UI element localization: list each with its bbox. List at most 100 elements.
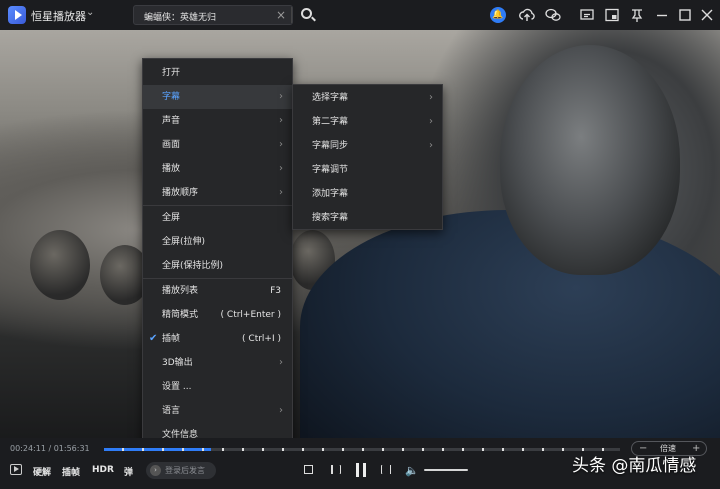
progress-marker bbox=[282, 448, 284, 451]
submenu-item[interactable]: 选择字幕 › bbox=[293, 86, 442, 110]
submenu-item[interactable]: 字幕调节 bbox=[293, 158, 442, 182]
menu-item[interactable]: 语言 › bbox=[143, 399, 292, 423]
menu-item-label: 精简模式 bbox=[162, 310, 199, 320]
progress-bar[interactable] bbox=[104, 448, 620, 451]
progress-marker bbox=[542, 448, 544, 451]
progress-marker bbox=[122, 448, 124, 451]
submenu-item[interactable]: 第二字幕 › bbox=[293, 110, 442, 134]
hdr-button[interactable]: HDR bbox=[92, 465, 114, 475]
notification-bell-icon[interactable]: 🔔 bbox=[490, 7, 506, 23]
video-figure-head bbox=[500, 45, 680, 275]
app-title[interactable]: 恒星播放器 bbox=[31, 8, 86, 24]
menu-item[interactable]: 打开 bbox=[143, 61, 292, 85]
volume-icon[interactable]: 🔈 bbox=[405, 464, 419, 477]
menu-item[interactable]: 3D输出 › bbox=[143, 351, 292, 375]
menu-item-label: 语言 bbox=[162, 406, 181, 416]
search-icon[interactable] bbox=[297, 6, 319, 24]
progress-marker bbox=[522, 448, 524, 451]
menu-item-label: 声音 bbox=[162, 116, 181, 126]
submenu-item-label: 选择字幕 bbox=[312, 93, 349, 103]
menu-item[interactable]: 精简模式 ( Ctrl+Enter ) bbox=[143, 303, 292, 327]
subtitle-caption-icon[interactable] bbox=[579, 7, 595, 23]
frame-interp-button[interactable]: 插帧 bbox=[62, 465, 80, 478]
submenu-item[interactable]: 字幕同步 › bbox=[293, 134, 442, 158]
submenu-item-label: 字幕同步 bbox=[312, 141, 349, 151]
danmu-input[interactable]: › 登录后发言 bbox=[146, 462, 216, 479]
chevron-right-icon: › bbox=[279, 163, 283, 174]
progress-marker bbox=[182, 448, 184, 451]
menu-item-shortcut: ( Ctrl+I ) bbox=[242, 334, 281, 344]
app-logo-icon[interactable] bbox=[8, 6, 26, 24]
play-mode-icon[interactable] bbox=[10, 464, 22, 475]
volume-slider[interactable] bbox=[424, 469, 468, 471]
search-query-text: 蝙蝠侠：英雄无归 bbox=[144, 13, 217, 23]
progress-marker bbox=[162, 448, 164, 451]
menu-item[interactable]: 字幕 › bbox=[143, 85, 292, 109]
menu-item-label: 播放列表 bbox=[162, 286, 199, 296]
menu-item[interactable]: 全屏(拉伸) bbox=[143, 230, 292, 254]
subtitle-submenu: 选择字幕 › 第二字幕 › 字幕同步 › 字幕调节 添加字幕 搜索字幕 bbox=[292, 84, 443, 230]
menu-item-label: 画面 bbox=[162, 140, 181, 150]
submenu-item-label: 字幕调节 bbox=[312, 165, 349, 175]
minimize-icon[interactable] bbox=[654, 7, 670, 23]
chevron-right-icon: › bbox=[279, 91, 283, 102]
menu-item-label: 全屏(拉伸) bbox=[162, 237, 206, 247]
submenu-item[interactable]: 添加字幕 bbox=[293, 182, 442, 206]
progress-marker bbox=[322, 448, 324, 451]
menu-item[interactable]: 播放列表 F3 bbox=[143, 279, 292, 303]
wechat-icon[interactable] bbox=[545, 7, 561, 23]
submenu-item-label: 第二字幕 bbox=[312, 117, 349, 127]
pin-on-top-icon[interactable] bbox=[629, 7, 645, 23]
title-bar: 恒星播放器 ⌄ 蝙蝠侠：英雄无归 × 🔔 bbox=[0, 0, 720, 30]
progress-marker bbox=[502, 448, 504, 451]
chevron-right-icon: › bbox=[279, 115, 283, 126]
progress-marker bbox=[402, 448, 404, 451]
progress-marker bbox=[422, 448, 424, 451]
menu-item[interactable]: 播放 › bbox=[143, 157, 292, 181]
menu-item-label: 播放顺序 bbox=[162, 188, 199, 198]
menu-item[interactable]: ✔ 插帧 ( Ctrl+I ) bbox=[143, 327, 292, 351]
progress-marker bbox=[142, 448, 144, 451]
menu-item-label: 全屏 bbox=[162, 213, 181, 223]
chevron-right-icon: › bbox=[279, 405, 283, 416]
submenu-item-label: 添加字幕 bbox=[312, 189, 349, 199]
chevron-right-icon: › bbox=[429, 92, 433, 103]
previous-button[interactable] bbox=[330, 464, 342, 476]
danmu-toggle-button[interactable]: 弹 bbox=[124, 465, 133, 478]
menu-item-label: 插帧 bbox=[162, 334, 181, 344]
next-button[interactable] bbox=[380, 464, 392, 476]
progress-marker bbox=[342, 448, 344, 451]
chevron-right-icon: › bbox=[279, 187, 283, 198]
menu-item-label: 设置 ... bbox=[162, 382, 192, 392]
menu-item[interactable]: 播放顺序 › bbox=[143, 181, 292, 205]
menu-item[interactable]: 全屏(保持比例) bbox=[143, 254, 292, 278]
submenu-item-label: 搜索字幕 bbox=[312, 213, 349, 223]
chevron-right-icon: › bbox=[429, 116, 433, 127]
video-figure bbox=[300, 210, 720, 438]
submenu-item[interactable]: 搜索字幕 bbox=[293, 206, 442, 230]
stop-button[interactable] bbox=[304, 465, 313, 474]
progress-marker bbox=[202, 448, 204, 451]
app-menu-chevron-down-icon[interactable]: ⌄ bbox=[86, 7, 94, 18]
cloud-upload-icon[interactable] bbox=[519, 7, 535, 23]
menu-item-label: 打开 bbox=[162, 68, 181, 78]
hw-decode-button[interactable]: 硬解 bbox=[33, 465, 51, 478]
progress-marker bbox=[262, 448, 264, 451]
playback-time: 00:24:11 / 01:56:31 bbox=[10, 444, 90, 453]
pause-button[interactable] bbox=[354, 463, 368, 477]
menu-item-shortcut: F3 bbox=[270, 286, 281, 296]
menu-item[interactable]: 画面 › bbox=[143, 133, 292, 157]
watermark-text: 头条 @南瓜情感 bbox=[572, 456, 697, 476]
mini-window-icon[interactable] bbox=[604, 7, 620, 23]
progress-marker bbox=[562, 448, 564, 451]
danmu-placeholder: 登录后发言 bbox=[165, 466, 205, 475]
progress-marker bbox=[382, 448, 384, 451]
menu-item[interactable]: 全屏 bbox=[143, 206, 292, 230]
menu-item[interactable]: 声音 › bbox=[143, 109, 292, 133]
clear-search-icon[interactable]: × bbox=[276, 8, 286, 22]
search-input[interactable]: 蝙蝠侠：英雄无归 × bbox=[133, 5, 293, 25]
menu-item[interactable]: 设置 ... bbox=[143, 375, 292, 399]
close-icon[interactable] bbox=[699, 7, 715, 23]
maximize-icon[interactable] bbox=[677, 7, 693, 23]
search-divider bbox=[291, 7, 292, 23]
